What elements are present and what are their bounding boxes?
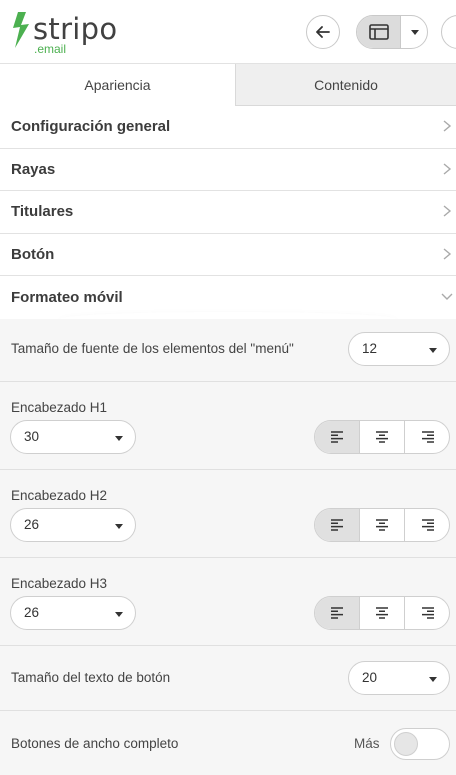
h2-label: Encabezado H2 <box>11 488 108 503</box>
mobile-formatting-panel: Tamaño de fuente de los elementos del "m… <box>0 319 456 775</box>
full-width-buttons-label: Botones de ancho completo <box>11 736 179 751</box>
align-center-button[interactable] <box>360 421 405 453</box>
caret-down-icon <box>429 677 437 682</box>
logo-wordmark: stripo <box>33 12 118 46</box>
caret-down-icon <box>410 29 419 35</box>
select-value: 26 <box>24 517 40 532</box>
section-label: Configuración general <box>11 118 171 136</box>
logo-subtext: .email <box>34 42 67 56</box>
h1-label: Encabezado H1 <box>11 400 108 415</box>
align-center-icon <box>376 607 388 619</box>
align-right-button[interactable] <box>405 597 449 629</box>
view-mode-split-button[interactable] <box>356 15 428 49</box>
select-value: 12 <box>362 341 378 356</box>
align-left-icon <box>331 431 343 443</box>
section-general-settings[interactable]: Configuración general <box>0 106 456 149</box>
h3-align-group <box>314 596 450 630</box>
stripo-logo-mark-icon <box>13 12 29 48</box>
align-left-button[interactable] <box>315 421 360 453</box>
stripo-logo[interactable]: stripo .email <box>10 10 120 56</box>
toggle-more-label: Más <box>354 736 380 751</box>
align-left-icon <box>331 519 343 531</box>
toggle-knob <box>394 732 418 756</box>
align-center-button[interactable] <box>360 509 405 541</box>
section-label: Rayas <box>11 160 56 178</box>
button-text-size-row: Tamaño del texto de botón 20 <box>0 646 456 711</box>
chevron-right-icon <box>443 162 452 175</box>
select-value: 30 <box>24 429 40 444</box>
caret-down-icon <box>115 612 123 617</box>
more-button[interactable] <box>441 15 456 49</box>
align-center-button[interactable] <box>360 597 405 629</box>
align-right-button[interactable] <box>405 421 449 453</box>
chevron-right-icon <box>443 247 452 260</box>
chevron-down-icon <box>441 293 453 300</box>
section-button[interactable]: Botón <box>0 234 456 276</box>
h3-label: Encabezado H3 <box>11 576 108 591</box>
caret-down-icon <box>429 348 437 353</box>
menu-font-size-label: Tamaño de fuente de los elementos del "m… <box>11 341 294 356</box>
chevron-right-icon <box>443 205 452 217</box>
view-mode-dropdown[interactable] <box>401 16 427 48</box>
full-width-buttons-toggle[interactable] <box>390 728 450 760</box>
section-stripes[interactable]: Rayas <box>0 149 456 191</box>
settings-tabs: Apariencia Contenido <box>0 64 456 106</box>
tab-apariencia[interactable]: Apariencia <box>0 64 236 106</box>
menu-font-size-select[interactable]: 12 <box>348 332 450 366</box>
align-right-button[interactable] <box>405 509 449 541</box>
h3-row: Encabezado H3 26 <box>0 558 456 646</box>
h2-align-group <box>314 508 450 542</box>
select-value: 26 <box>24 605 40 620</box>
layout-window-icon <box>368 24 389 40</box>
h1-row: Encabezado H1 30 <box>0 382 456 470</box>
section-label: Formateo móvil <box>11 288 123 306</box>
app-header: stripo .email <box>0 0 456 64</box>
appearance-sections: Configuración general Rayas Titulares Bo… <box>0 106 456 319</box>
full-width-buttons-row: Botones de ancho completo Más <box>0 711 456 775</box>
button-text-size-label: Tamaño del texto de botón <box>11 670 171 685</box>
align-right-icon <box>421 431 434 443</box>
h2-row: Encabezado H2 26 <box>0 470 456 558</box>
back-button[interactable] <box>306 15 340 49</box>
h1-size-select[interactable]: 30 <box>10 420 136 454</box>
caret-down-icon <box>115 436 123 441</box>
arrow-left-icon <box>316 26 330 38</box>
caret-down-icon <box>115 524 123 529</box>
button-text-size-select[interactable]: 20 <box>348 661 450 695</box>
align-right-icon <box>421 607 434 619</box>
align-right-icon <box>421 519 434 531</box>
menu-font-size-row: Tamaño de fuente de los elementos del "m… <box>0 319 456 382</box>
section-label: Titulares <box>11 203 74 221</box>
align-center-icon <box>376 431 388 443</box>
section-headings[interactable]: Titulares <box>0 191 456 234</box>
h1-align-group <box>314 420 450 454</box>
align-left-icon <box>331 607 343 619</box>
align-center-icon <box>376 519 388 531</box>
section-label: Botón <box>11 245 55 263</box>
chevron-right-icon <box>443 120 452 132</box>
tab-contenido[interactable]: Contenido <box>236 64 456 106</box>
align-left-button[interactable] <box>315 509 360 541</box>
h3-size-select[interactable]: 26 <box>10 596 136 630</box>
align-left-button[interactable] <box>315 597 360 629</box>
h2-size-select[interactable]: 26 <box>10 508 136 542</box>
select-value: 20 <box>362 670 378 685</box>
view-mode-button[interactable] <box>357 16 401 48</box>
